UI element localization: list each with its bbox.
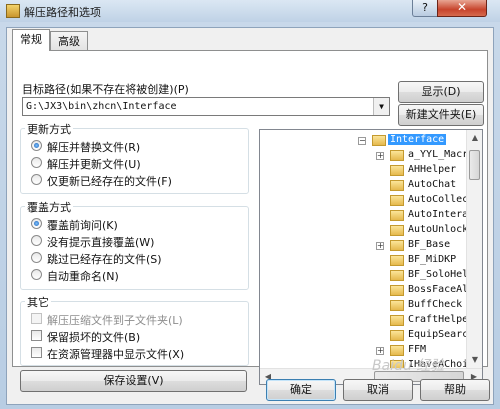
- window-title: 解压路径和选项: [24, 6, 101, 19]
- dialog-client: 常规 高级 目标路径(如果不存在将被创建)(P) G:\JX3\bin\zhcn…: [6, 27, 494, 405]
- collapse-icon[interactable]: −: [358, 137, 366, 145]
- tree-item-label: BuffCheck: [408, 299, 463, 310]
- tree-item-label: AutoUnlock: [408, 224, 469, 235]
- option-label: 解压压缩文件到子文件夹(L): [47, 314, 183, 327]
- update-mode-title: 更新方式: [25, 121, 73, 137]
- tree-item-label: AutoChat: [408, 179, 457, 190]
- scroll-down-icon[interactable]: ▼: [467, 352, 482, 368]
- checkbox-indicator: [31, 313, 42, 324]
- tree-vertical-scrollbar[interactable]: ▲ ▼: [466, 130, 482, 368]
- folder-icon: [390, 240, 404, 251]
- watermark-text: Baidu 经验: [372, 358, 445, 374]
- radio-indicator[interactable]: [31, 252, 42, 263]
- option-label: 没有提示直接覆盖(W): [47, 236, 155, 249]
- folder-icon: [372, 135, 386, 146]
- tree-item-label: Interface: [388, 134, 447, 145]
- expand-icon[interactable]: +: [376, 347, 384, 355]
- tab-general[interactable]: 常规: [12, 29, 50, 51]
- radio-indicator[interactable]: [31, 235, 42, 246]
- folder-icon: [390, 270, 404, 281]
- tree-item-label: BF_Base: [408, 239, 451, 250]
- help-title-button[interactable]: ?: [412, 0, 438, 17]
- option-label: 解压并替换文件(R): [47, 141, 141, 154]
- folder-icon: [390, 315, 404, 326]
- option-label: 覆盖前询问(K): [47, 219, 118, 232]
- folder-icon: [390, 210, 404, 221]
- folder-icon: [390, 195, 404, 206]
- option-label: 跳过已经存在的文件(S): [47, 253, 162, 266]
- title-bar: 解压路径和选项 ? ✕: [0, 0, 500, 22]
- overwrite-mode-title: 覆盖方式: [25, 199, 73, 215]
- tree-item-label: BF_MiDKP: [408, 254, 457, 265]
- tree-item-label: FFM: [408, 344, 427, 355]
- chevron-down-icon[interactable]: ▼: [373, 98, 389, 115]
- checkbox-indicator[interactable]: [31, 330, 42, 341]
- scroll-thumb[interactable]: [469, 150, 480, 180]
- dialog-window: 解压路径和选项 ? ✕ 常规 高级 目标路径(如果不存在将被创建)(P) G:\…: [0, 0, 500, 409]
- option-label: 自动重命名(N): [47, 270, 119, 283]
- radio-indicator[interactable]: [31, 157, 42, 168]
- archive-app-icon: [6, 4, 20, 18]
- folder-icon: [390, 300, 404, 311]
- scroll-up-icon[interactable]: ▲: [467, 130, 482, 146]
- option-label: 在资源管理器中显示文件(X): [47, 348, 185, 361]
- option-label: 解压并更新文件(U): [47, 158, 141, 171]
- new-folder-button[interactable]: 新建文件夹(E): [398, 104, 484, 126]
- folder-icon: [390, 165, 404, 176]
- tree-item-label: AHHelper: [408, 164, 457, 175]
- folder-icon: [390, 285, 404, 296]
- close-button[interactable]: ✕: [437, 0, 487, 17]
- save-settings-button[interactable]: 保存设置(V): [20, 370, 247, 392]
- folder-icon: [390, 180, 404, 191]
- radio-indicator[interactable]: [31, 218, 42, 229]
- help-button[interactable]: 帮助: [420, 379, 490, 401]
- folder-icon: [390, 225, 404, 236]
- ok-button[interactable]: 确定: [266, 379, 336, 401]
- checkbox-indicator[interactable]: [31, 347, 42, 358]
- option-label: 保留损坏的文件(B): [47, 331, 141, 344]
- folder-icon: [390, 330, 404, 341]
- show-button[interactable]: 显示(D): [398, 81, 484, 103]
- tree-item-label: EquipSearch: [408, 329, 475, 340]
- tree-item-label: AutoCollect: [408, 194, 475, 205]
- option-label: 仅更新已经存在的文件(F): [47, 175, 172, 188]
- folder-icon: [390, 255, 404, 266]
- tree-item-label: a_YYL_Macro: [408, 149, 475, 160]
- misc-title: 其它: [25, 294, 51, 310]
- expand-icon[interactable]: +: [376, 152, 384, 160]
- tab-advanced[interactable]: 高级: [50, 31, 88, 50]
- radio-indicator[interactable]: [31, 269, 42, 280]
- tab-panel-general: 目标路径(如果不存在将被创建)(P) G:\JX3\bin\zhcn\Inter…: [12, 50, 488, 392]
- target-path-value: G:\JX3\bin\zhcn\Interface: [26, 101, 177, 112]
- radio-indicator[interactable]: [31, 140, 42, 151]
- target-path-label: 目标路径(如果不存在将被创建)(P): [22, 83, 189, 96]
- folder-tree[interactable]: Interface − a_YYL_Macro + AHHelper AutoChat Au…: [259, 129, 483, 385]
- target-path-combobox[interactable]: G:\JX3\bin\zhcn\Interface ▼: [22, 97, 390, 116]
- expand-icon[interactable]: +: [376, 242, 384, 250]
- folder-icon: [390, 150, 404, 161]
- radio-indicator[interactable]: [31, 174, 42, 185]
- cancel-button[interactable]: 取消: [343, 379, 413, 401]
